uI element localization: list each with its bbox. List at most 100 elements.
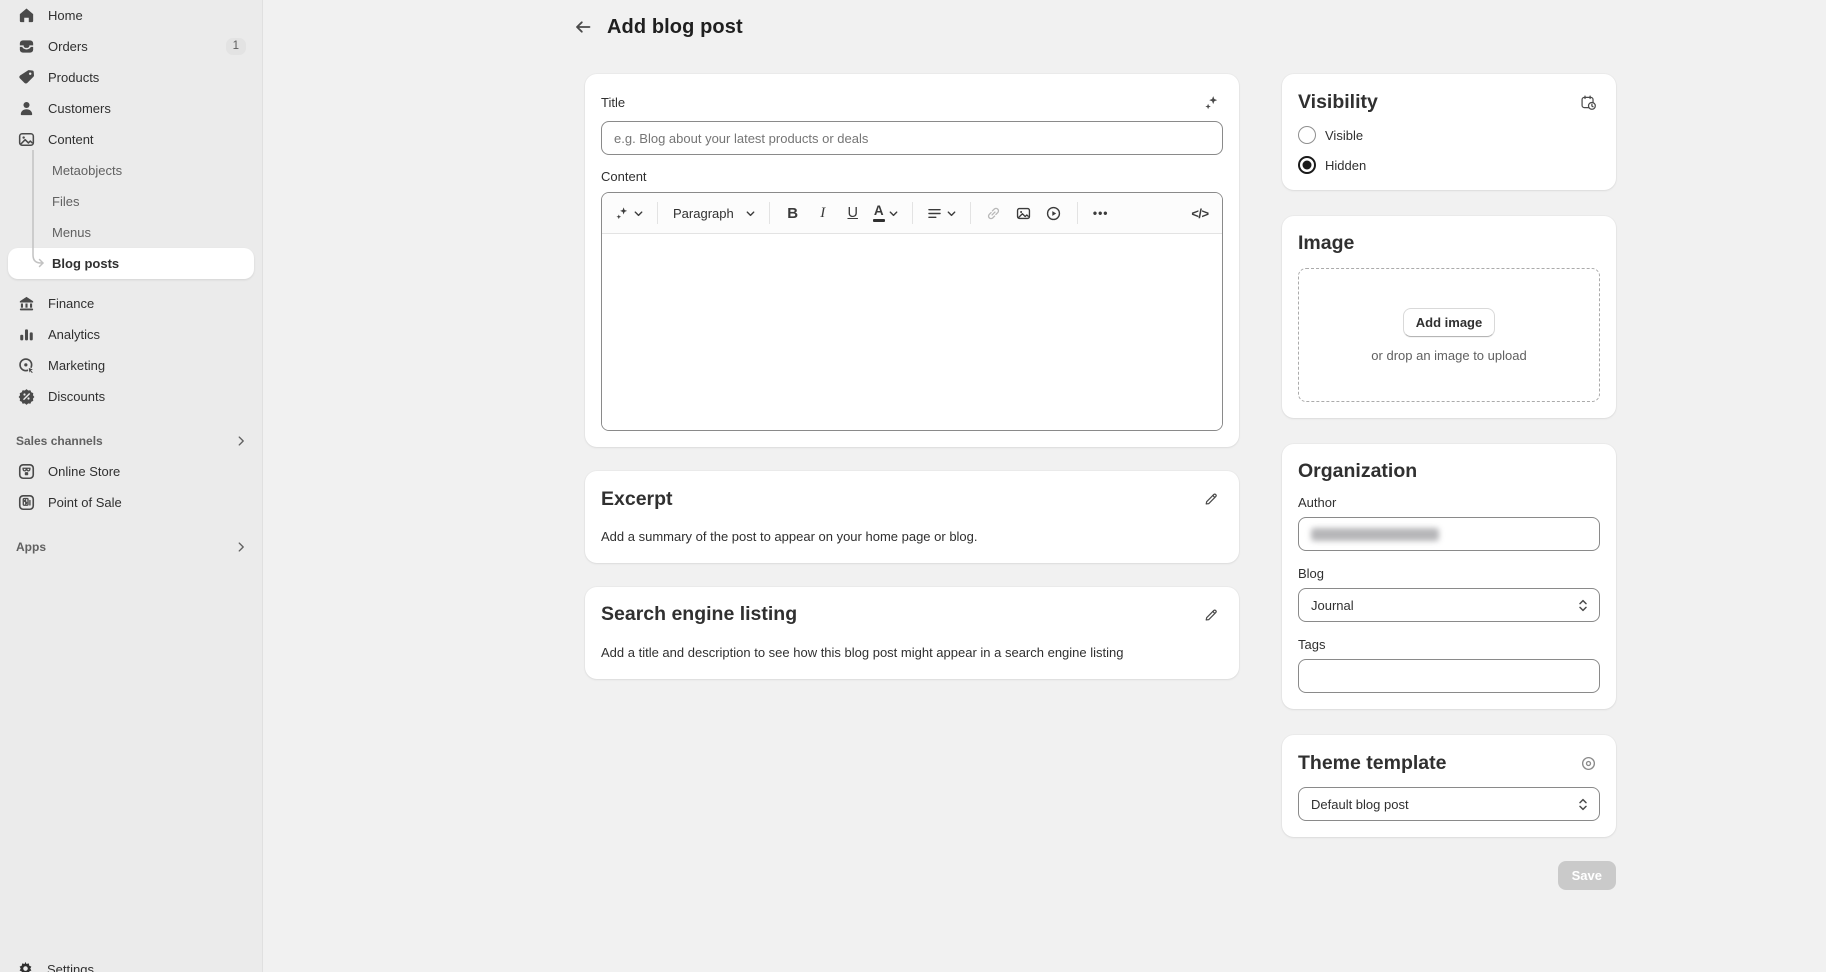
content-columns: Title Content — [585, 74, 1826, 890]
chevron-down-icon — [946, 208, 957, 219]
main-column: Title Content — [585, 74, 1239, 679]
sidebar-item-label: Marketing — [48, 358, 105, 373]
sidebar-item-finance[interactable]: Finance — [8, 288, 254, 319]
link-icon — [985, 205, 1002, 222]
text-color-icon: A — [873, 204, 885, 222]
tags-input[interactable] — [1298, 659, 1600, 693]
content-label: Content — [601, 169, 1223, 184]
post-card: Title Content — [585, 74, 1239, 447]
insert-image-button[interactable] — [1010, 199, 1038, 227]
page-title: Add blog post — [607, 16, 743, 39]
bold-button[interactable]: B — [779, 199, 807, 227]
author-label: Author — [1298, 495, 1600, 510]
content-editor-area[interactable] — [602, 234, 1222, 430]
organization-card: Organization Author Blog Journal — [1282, 444, 1616, 709]
sidebar-item-label: Finance — [48, 296, 94, 311]
schedule-visibility-button[interactable] — [1576, 90, 1600, 114]
sidebar-subitem-metaobjects[interactable]: Metaobjects — [8, 155, 254, 186]
eye-icon — [1580, 755, 1597, 772]
apps-header[interactable]: Apps — [0, 532, 262, 562]
sidebar-item-label: Customers — [48, 101, 111, 116]
more-options-button[interactable]: ••• — [1087, 199, 1115, 227]
theme-template-value: Default blog post — [1311, 797, 1409, 812]
sidebar-item-content[interactable]: Content — [8, 124, 254, 155]
sidebar-item-point-of-sale[interactable]: Point of Sale — [8, 487, 254, 518]
sidebar-item-online-store[interactable]: Online Store — [8, 456, 254, 487]
magic-sparkle-icon — [614, 205, 630, 221]
image-card: Image Add image or drop an image to uplo… — [1282, 216, 1616, 418]
insert-link-button[interactable] — [980, 199, 1008, 227]
pencil-icon — [1203, 607, 1219, 623]
insert-video-button[interactable] — [1040, 199, 1068, 227]
sidebar-item-marketing[interactable]: Marketing — [8, 350, 254, 381]
save-button[interactable]: Save — [1558, 861, 1616, 890]
author-input[interactable] — [1298, 517, 1600, 551]
paragraph-style-dropdown[interactable]: Paragraph — [667, 199, 760, 227]
sidebar-subitem-menus[interactable]: Menus — [8, 217, 254, 248]
toolbar-divider — [769, 202, 770, 224]
chevron-down-icon — [888, 208, 899, 219]
underline-button[interactable]: U — [839, 199, 867, 227]
theme-template-title: Theme template — [1298, 752, 1446, 775]
alignment-dropdown[interactable] — [922, 199, 961, 227]
visibility-option-hidden[interactable]: Hidden — [1298, 156, 1600, 174]
seo-card: Search engine listing Add a title and de… — [585, 587, 1239, 679]
title-input[interactable] — [601, 121, 1223, 155]
point-of-sale-icon — [16, 493, 36, 513]
home-icon — [16, 6, 36, 26]
add-image-button[interactable]: Add image — [1403, 308, 1495, 337]
theme-template-select[interactable]: Default blog post — [1298, 787, 1600, 821]
theme-template-card: Theme template Default blog post — [1282, 735, 1616, 837]
sidebar-item-label: Point of Sale — [48, 495, 122, 510]
sidebar-item-label: Analytics — [48, 327, 100, 342]
updown-chevron-icon — [1577, 797, 1589, 812]
image-dropzone[interactable]: Add image or drop an image to upload — [1298, 268, 1600, 402]
ai-generate-title-button[interactable] — [1199, 90, 1223, 114]
text-color-dropdown[interactable]: A — [869, 199, 903, 227]
updown-chevron-icon — [1577, 598, 1589, 613]
radio-unchecked[interactable] — [1298, 126, 1316, 144]
edit-excerpt-button[interactable] — [1199, 487, 1223, 511]
marketing-icon — [16, 356, 36, 376]
rich-text-editor: Paragraph B I U A — [601, 192, 1223, 431]
sidebar-item-products[interactable]: Products — [8, 62, 254, 93]
sidebar: Home Orders 1 Products Customers C — [0, 0, 263, 972]
sidebar-item-analytics[interactable]: Analytics — [8, 319, 254, 350]
toolbar-divider — [970, 202, 971, 224]
blog-field-group: Blog Journal — [1298, 566, 1600, 622]
magic-sparkle-icon — [1203, 94, 1220, 111]
sidebar-item-orders[interactable]: Orders 1 — [8, 31, 254, 62]
show-html-button[interactable]: </> — [1186, 199, 1214, 227]
image-icon — [1015, 205, 1032, 222]
sidebar-item-settings[interactable]: Settings — [8, 954, 254, 972]
blog-select[interactable]: Journal — [1298, 588, 1600, 622]
chevron-right-icon — [234, 434, 248, 448]
sidebar-item-customers[interactable]: Customers — [8, 93, 254, 124]
tags-field-group: Tags — [1298, 637, 1600, 693]
sidebar-item-home[interactable]: Home — [8, 0, 254, 31]
sidebar-item-label: Settings — [47, 962, 94, 972]
visibility-option-visible[interactable]: Visible — [1298, 126, 1600, 144]
sidebar-item-label: Content — [48, 132, 94, 147]
preview-template-button[interactable] — [1576, 751, 1600, 775]
discounts-icon — [16, 387, 36, 407]
online-store-icon — [16, 462, 36, 482]
ai-magic-button[interactable] — [610, 199, 648, 227]
back-button[interactable] — [569, 13, 597, 41]
sidebar-item-discounts[interactable]: Discounts — [8, 381, 254, 412]
tags-label: Tags — [1298, 637, 1600, 652]
play-circle-icon — [1045, 205, 1062, 222]
sidebar-subitem-files[interactable]: Files — [8, 186, 254, 217]
radio-checked[interactable] — [1298, 156, 1316, 174]
sales-channels-header[interactable]: Sales channels — [0, 426, 262, 456]
italic-button[interactable]: I — [809, 199, 837, 227]
customers-icon — [16, 99, 36, 119]
sidebar-subitem-blog-posts-active[interactable]: Blog posts — [8, 248, 254, 279]
sidebar-subitem-label: Blog posts — [52, 256, 119, 271]
products-icon — [16, 68, 36, 88]
author-value-redacted — [1311, 528, 1439, 541]
toolbar-divider — [912, 202, 913, 224]
edit-seo-button[interactable] — [1199, 603, 1223, 627]
chevron-down-icon — [745, 208, 756, 219]
save-row: Save — [1282, 861, 1616, 890]
